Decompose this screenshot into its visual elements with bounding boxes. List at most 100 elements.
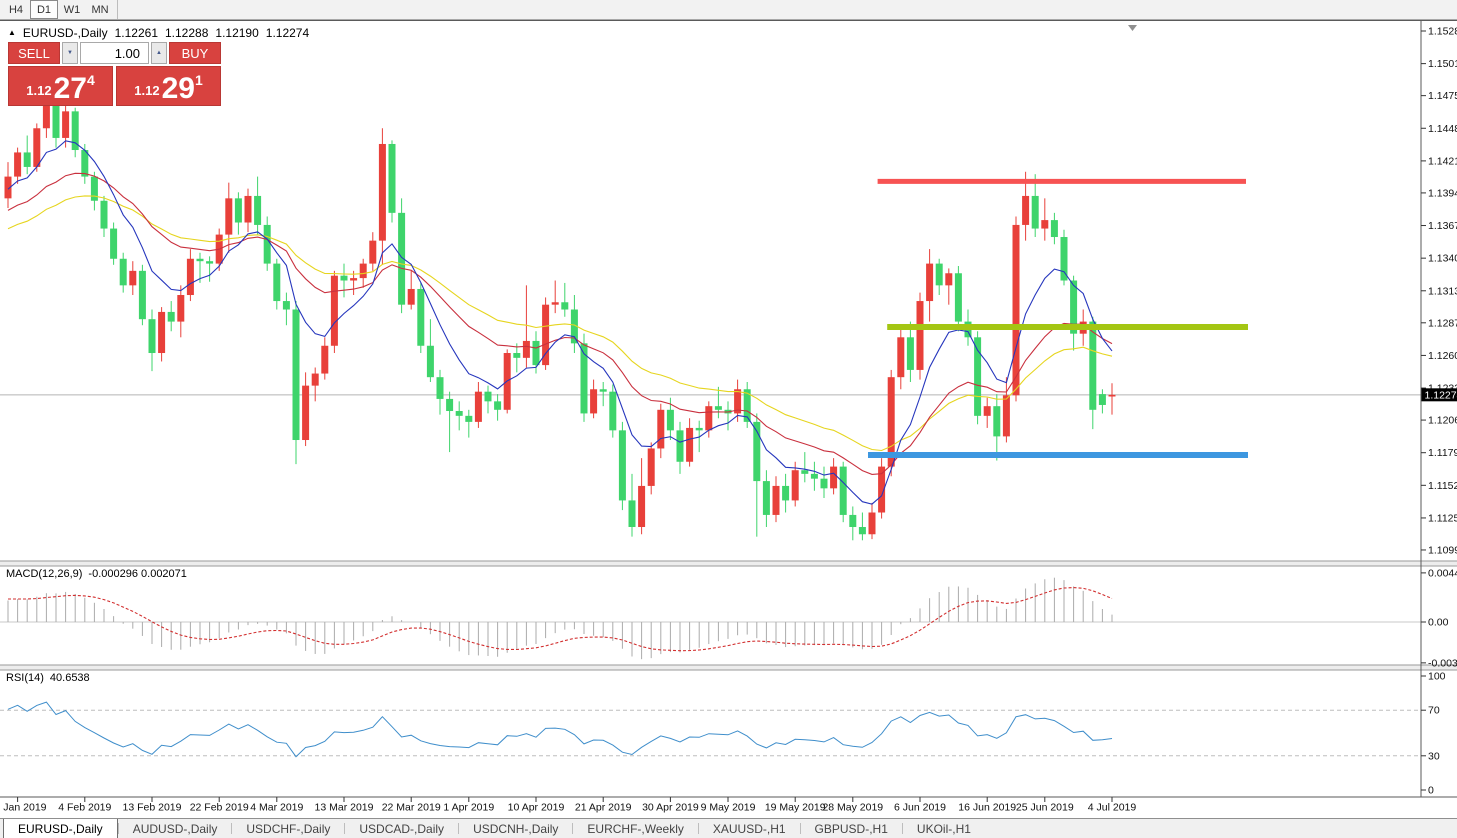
- trade-controls-row: SELL ▼ ▲ BUY: [8, 42, 221, 64]
- volume-decrease-button[interactable]: ▼: [62, 42, 78, 64]
- svg-text:13 Mar 2019: 13 Mar 2019: [315, 802, 374, 814]
- ohlc-open-value: 1.12261: [115, 26, 158, 40]
- macd-indicator-label: MACD(12,26,9) -0.000296 0.002071: [6, 568, 187, 580]
- tab-xauusd-h1[interactable]: XAUUSD-,H1: [699, 819, 800, 838]
- svg-text:0: 0: [1428, 785, 1434, 797]
- svg-text:1.10990: 1.10990: [1428, 544, 1457, 556]
- current-price-tag: 1.12274: [1422, 388, 1457, 401]
- svg-text:22 Mar 2019: 22 Mar 2019: [382, 802, 441, 814]
- svg-text:70: 70: [1428, 705, 1440, 717]
- svg-text:4 Jul 2019: 4 Jul 2019: [1088, 802, 1137, 814]
- one-click-trading-panel: SELL ▼ ▲ BUY 1.12 27 4 1.12 29 1: [8, 42, 221, 106]
- svg-text:0.004465: 0.004465: [1428, 567, 1457, 579]
- svg-text:1.13675: 1.13675: [1428, 220, 1457, 232]
- svg-text:1.15285: 1.15285: [1428, 26, 1457, 38]
- ohlc-high-value: 1.12288: [165, 26, 208, 40]
- chart-tabs-bar: EURUSD-,Daily AUDUSD-,Daily USDCHF-,Dail…: [0, 818, 1457, 838]
- tab-usdchf-daily[interactable]: USDCHF-,Daily: [232, 819, 344, 838]
- ohlc-close-value: 1.12274: [266, 26, 309, 40]
- buy-price-big-digits: 29: [162, 75, 195, 104]
- chart-title: ▲ EURUSD-,Daily 1.12261 1.12288 1.12190 …: [8, 26, 309, 40]
- volume-increase-button[interactable]: ▲: [151, 42, 167, 64]
- svg-text:10 Apr 2019: 10 Apr 2019: [508, 802, 565, 814]
- svg-text:1.13405: 1.13405: [1428, 253, 1457, 265]
- indicator-grid-lines: [0, 622, 1421, 756]
- period-button-w1[interactable]: W1: [58, 0, 86, 19]
- svg-text:1.13945: 1.13945: [1428, 187, 1457, 199]
- svg-text:30: 30: [1428, 750, 1440, 762]
- macd-name: MACD(12,26,9): [6, 568, 82, 580]
- sell-price-display[interactable]: 1.12 27 4: [8, 66, 113, 106]
- trade-prices-row: 1.12 27 4 1.12 29 1: [8, 66, 221, 106]
- svg-text:1.11255: 1.11255: [1428, 512, 1457, 524]
- date-axis[interactable]: 25 Jan 20194 Feb 201913 Feb 201922 Feb 2…: [0, 797, 1136, 814]
- svg-text:1.13135: 1.13135: [1428, 285, 1457, 297]
- tab-audusd-daily[interactable]: AUDUSD-,Daily: [119, 819, 232, 838]
- svg-text:1.12065: 1.12065: [1428, 415, 1457, 427]
- macd-histogram: [8, 578, 1112, 659]
- svg-text:1.14210: 1.14210: [1428, 155, 1457, 167]
- svg-text:1.11525: 1.11525: [1428, 480, 1457, 492]
- svg-text:1.12870: 1.12870: [1428, 317, 1457, 329]
- price-chart-canvas[interactable]: 1.15285 1.15015 1.14750 1.14480 1.14210 1.139…: [0, 21, 1457, 818]
- ma-fast-line: [8, 141, 1112, 504]
- svg-text:1.15015: 1.15015: [1428, 58, 1457, 70]
- chevron-up-icon: ▲: [156, 50, 162, 56]
- sell-price-prefix: 1.12: [26, 83, 51, 98]
- ma-slow-line: [8, 196, 1112, 451]
- toolbar-separator: [117, 0, 118, 19]
- svg-text:100: 100: [1428, 671, 1446, 683]
- pane-separators: [0, 561, 1457, 797]
- svg-text:0.00: 0.00: [1428, 617, 1449, 629]
- sell-price-pip-digit: 4: [87, 72, 95, 88]
- tab-eurchf-weekly[interactable]: EURCHF-,Weekly: [573, 819, 697, 838]
- period-button-h4[interactable]: H4: [2, 0, 30, 19]
- candlestick-layer: [5, 96, 1116, 541]
- svg-text:21 Apr 2019: 21 Apr 2019: [575, 802, 632, 814]
- chart-symbol-label: EURUSD-,Daily: [23, 26, 108, 40]
- svg-text:13 Feb 2019: 13 Feb 2019: [123, 802, 182, 814]
- svg-text:1 Apr 2019: 1 Apr 2019: [443, 802, 494, 814]
- svg-text:28 May 2019: 28 May 2019: [822, 802, 883, 814]
- tab-ukoil-h1[interactable]: UKOil-,H1: [903, 819, 985, 838]
- buy-price-pip-digit: 1: [195, 72, 203, 88]
- chart-window[interactable]: 1.15285 1.15015 1.14750 1.14480 1.14210 1.139…: [0, 20, 1457, 818]
- svg-text:6 Jun 2019: 6 Jun 2019: [894, 802, 946, 814]
- volume-input[interactable]: [80, 42, 149, 64]
- tab-eurusd-daily[interactable]: EURUSD-,Daily: [3, 819, 118, 838]
- chevron-down-icon: ▼: [67, 50, 73, 56]
- svg-text:25 Jan 2019: 25 Jan 2019: [0, 802, 47, 814]
- tab-usdcnh-daily[interactable]: USDCNH-,Daily: [459, 819, 572, 838]
- buy-button[interactable]: BUY: [169, 42, 221, 64]
- sell-price-big-digits: 27: [54, 75, 87, 104]
- buy-price-prefix: 1.12: [134, 83, 159, 98]
- svg-text:-0.003715: -0.003715: [1428, 657, 1457, 669]
- ohlc-low-value: 1.12190: [215, 26, 258, 40]
- rsi-name: RSI(14): [6, 672, 44, 684]
- tab-usdcad-daily[interactable]: USDCAD-,Daily: [345, 819, 458, 838]
- subwindow-collapse-icon[interactable]: [1128, 25, 1137, 31]
- svg-text:16 Jun 2019: 16 Jun 2019: [958, 802, 1016, 814]
- macd-signal-line: [8, 588, 1112, 651]
- period-button-mn[interactable]: MN: [86, 0, 114, 19]
- tab-gbpusd-h1[interactable]: GBPUSD-,H1: [801, 819, 902, 838]
- buy-price-display[interactable]: 1.12 29 1: [116, 66, 221, 106]
- svg-text:1.12274: 1.12274: [1425, 389, 1457, 401]
- svg-text:9 May 2019: 9 May 2019: [701, 802, 756, 814]
- rsi-value: 40.6538: [50, 672, 90, 684]
- macd-values: -0.000296 0.002071: [88, 568, 186, 580]
- svg-text:1.12600: 1.12600: [1428, 350, 1457, 362]
- svg-text:1.14750: 1.14750: [1428, 90, 1457, 102]
- svg-text:30 Apr 2019: 30 Apr 2019: [642, 802, 699, 814]
- rsi-indicator-label: RSI(14) 40.6538: [6, 672, 90, 684]
- sell-button[interactable]: SELL: [8, 42, 60, 64]
- svg-text:19 May 2019: 19 May 2019: [765, 802, 826, 814]
- svg-text:4 Mar 2019: 4 Mar 2019: [250, 802, 303, 814]
- period-button-d1[interactable]: D1: [30, 0, 58, 19]
- timeframe-toolbar: H4 D1 W1 MN: [0, 0, 1457, 20]
- svg-text:1.14480: 1.14480: [1428, 123, 1457, 135]
- price-axis[interactable]: 1.15285 1.15015 1.14750 1.14480 1.14210 1.139…: [1421, 21, 1457, 797]
- svg-text:22 Feb 2019: 22 Feb 2019: [190, 802, 249, 814]
- collapse-arrow-icon[interactable]: ▲: [8, 29, 16, 37]
- svg-text:25 Jun 2019: 25 Jun 2019: [1016, 802, 1074, 814]
